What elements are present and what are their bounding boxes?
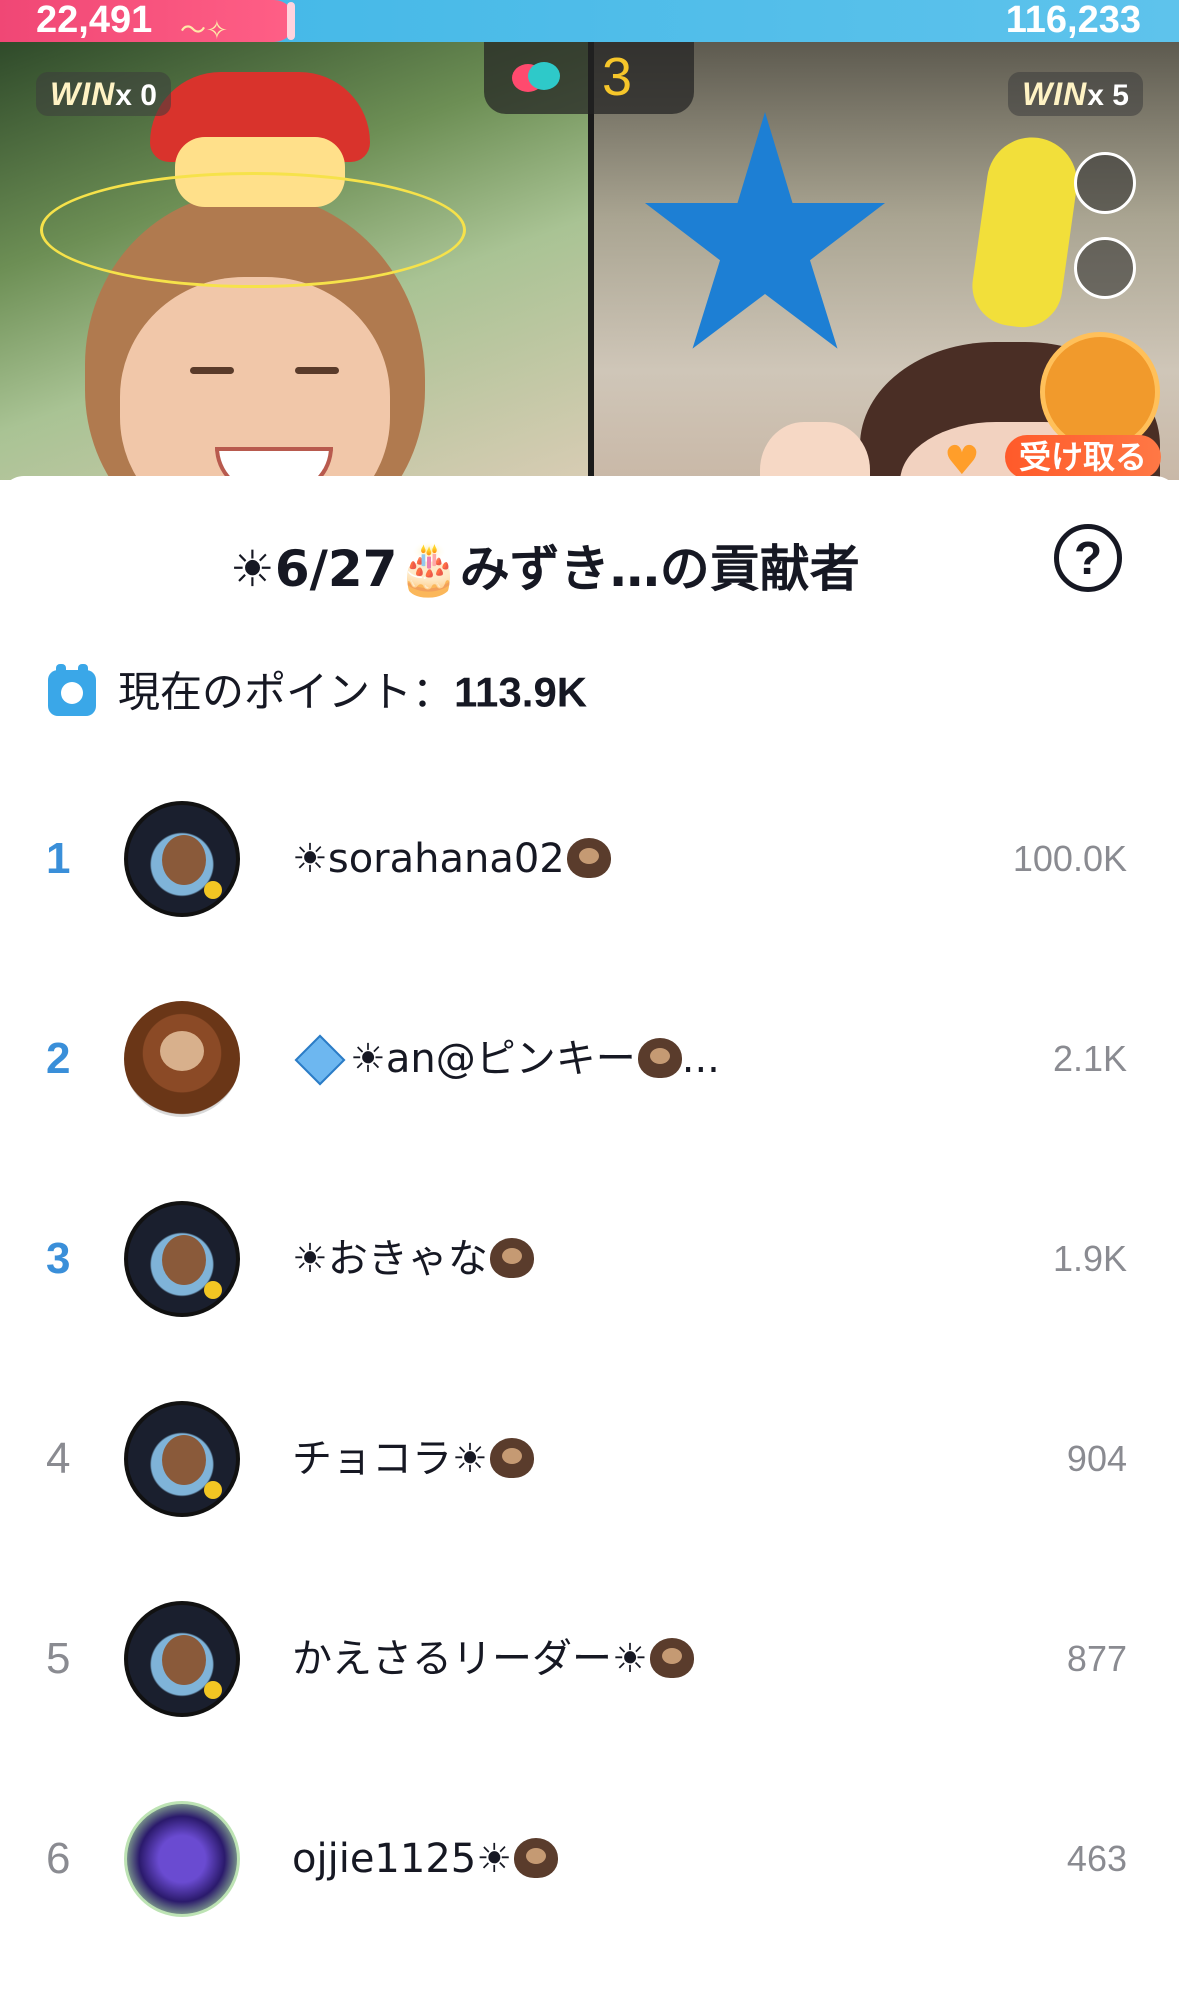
avatar[interactable] (124, 1201, 240, 1317)
claim-button[interactable]: 受け取る (1005, 435, 1162, 479)
contributor-name[interactable]: ojjie1125☀ (292, 1801, 559, 1917)
avatar[interactable] (124, 801, 240, 917)
rank-number: 2 (46, 1034, 71, 1083)
contributor-row[interactable]: 1 ☀sorahana02 100.0K (0, 801, 1179, 1001)
contributors-sheet: ☀6/27🎂みずき…の貢献者 ? 現在のポイント：113.9K 1 ☀sorah… (0, 476, 1179, 1917)
contributor-score: 100.0K (1012, 838, 1127, 879)
rank-number: 6 (46, 1834, 71, 1883)
contributor-name[interactable]: ☀おきゃな (292, 1201, 534, 1317)
diamond-icon (294, 1034, 346, 1086)
points-value: 113.9K (454, 668, 588, 716)
coins-effect (1040, 332, 1160, 452)
rank-number: 3 (46, 1234, 71, 1283)
star-plush (645, 112, 885, 349)
calendar-heart-icon (48, 663, 96, 716)
right-team-score: 116,233 (1005, 0, 1141, 41)
contributor-name[interactable]: チョコラ☀ (292, 1401, 534, 1517)
contributor-row[interactable]: 2 ☀an@ピンキー... 2.1K (0, 1001, 1179, 1201)
sloth-icon (566, 838, 611, 878)
help-icon[interactable]: ? (1054, 524, 1122, 592)
avatar[interactable] (124, 1801, 240, 1917)
hammer-icon[interactable] (1074, 237, 1136, 299)
contributor-name[interactable]: ☀an@ピンキー... (292, 1001, 720, 1117)
right-win-badge: WINx 5 (1008, 72, 1143, 116)
contributor-score: 904 (1066, 1438, 1127, 1479)
contributor-row[interactable]: 5 かえさるリーダー☀ 877 (0, 1601, 1179, 1801)
points-label: 現在のポイント： (118, 667, 455, 717)
banana-effect (967, 131, 1083, 333)
boxing-gloves-icon (512, 62, 560, 92)
round-number: 3 (602, 47, 633, 107)
battle-score-bar: 22,491 〜✧ 116,233 (0, 0, 1179, 46)
sloth-icon (489, 1238, 534, 1278)
avatar[interactable] (124, 1601, 240, 1717)
win-count: x 5 (1087, 79, 1129, 112)
contributor-row[interactable]: 6 ojjie1125☀ 463 (0, 1801, 1179, 2001)
contributor-score: 1.9K (1052, 1238, 1127, 1279)
sloth-icon (514, 1838, 559, 1878)
contributor-name[interactable]: かえさるリーダー☀ (292, 1601, 694, 1717)
rank-number: 5 (46, 1634, 71, 1683)
contributor-score: 877 (1066, 1638, 1127, 1679)
rank-number: 1 (46, 834, 71, 883)
left-team-score: 22,491 (36, 0, 153, 41)
avatar[interactable] (124, 1001, 240, 1117)
halo-effect (40, 172, 466, 288)
left-win-badge: WINx 0 (36, 72, 171, 116)
boost-icon[interactable] (1074, 152, 1136, 214)
contributor-name[interactable]: ☀sorahana02 (292, 801, 611, 917)
avatar[interactable] (124, 1401, 240, 1517)
win-label: WIN (50, 76, 116, 112)
contributor-row[interactable]: 4 チョコラ☀ 904 (0, 1401, 1179, 1601)
contributor-score: 463 (1066, 1838, 1127, 1879)
contributor-score: 2.1K (1052, 1038, 1127, 1079)
round-indicator: 3 (484, 42, 694, 114)
sloth-icon (489, 1438, 534, 1478)
sheet-title: ☀6/27🎂みずき…の貢献者 (230, 540, 860, 598)
contributor-row[interactable]: 3 ☀おきゃな 1.9K (0, 1201, 1179, 1401)
sloth-icon (637, 1038, 682, 1078)
current-points: 現在のポイント：113.9K (48, 662, 587, 722)
rank-number: 4 (46, 1434, 71, 1483)
win-label: WIN (1022, 76, 1088, 112)
sloth-icon (649, 1638, 694, 1678)
win-count: x 0 (115, 79, 157, 112)
